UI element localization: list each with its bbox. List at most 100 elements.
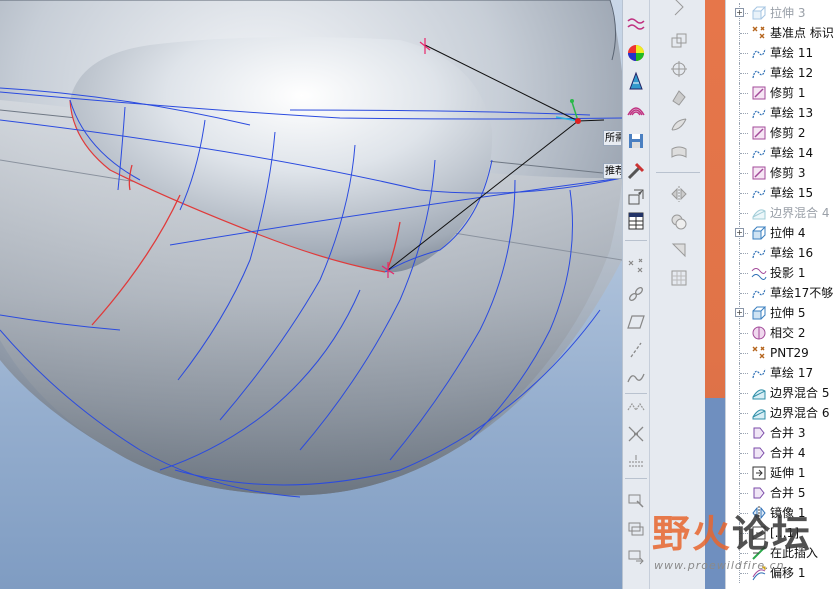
tool-column-primary — [622, 0, 649, 589]
tree-item[interactable]: 合并 5 — [726, 483, 835, 503]
tree-item[interactable]: 偏移 1 — [726, 563, 835, 583]
extend-icon — [751, 465, 767, 481]
offset-icon — [751, 565, 767, 581]
tree-item-label: 在此插入 — [770, 546, 819, 560]
tree-item[interactable]: 投影 1 — [726, 263, 835, 283]
slope-analysis-icon[interactable] — [625, 98, 647, 120]
sketch-icon — [751, 45, 767, 61]
chain-tool-icon[interactable] — [625, 283, 647, 305]
reflection-analysis-icon[interactable] — [625, 42, 647, 64]
transfer-icon[interactable] — [625, 186, 647, 208]
recommended-label[interactable]: 推荐 — [603, 163, 622, 179]
thicken-icon[interactable] — [668, 142, 690, 164]
tree-item-label: 修剪 1 — [770, 86, 806, 100]
tree-item[interactable]: 延伸 1 — [726, 463, 835, 483]
tree-item[interactable]: 修剪 1 — [726, 83, 835, 103]
tree-item[interactable]: 草绘 14 — [726, 143, 835, 163]
tree-item-label: 镜像 1 — [770, 506, 806, 520]
tree-item-label: 草绘 11 — [770, 46, 814, 60]
tree-item-label: 草绘17不够 — [770, 286, 834, 300]
tree-item[interactable]: 在此插入 — [726, 543, 835, 563]
save-analysis-icon[interactable] — [625, 130, 647, 152]
tree-item[interactable]: 修剪 3 — [726, 163, 835, 183]
tree-item[interactable]: 边界混合 5 — [726, 383, 835, 403]
sketch-icon — [751, 105, 767, 121]
tool-column-secondary — [649, 0, 705, 589]
tree-item-label: 草绘 17 — [770, 366, 814, 380]
tree-item[interactable]: 草绘 13 — [726, 103, 835, 123]
graphics-viewport[interactable]: 所需 推荐 — [0, 0, 622, 589]
tree-item[interactable]: 合并 4 — [726, 443, 835, 463]
tree-item[interactable]: 草绘17不够 — [726, 283, 835, 303]
tree-item-label: 边界混合 5 — [770, 386, 830, 400]
trim-tool-icon[interactable] — [668, 239, 690, 261]
tree-item-label: 偏移 1 — [770, 566, 806, 580]
sketch-icon — [751, 145, 767, 161]
pattern-icon[interactable] — [668, 58, 690, 80]
trim-icon — [751, 125, 767, 141]
tree-item[interactable]: 修剪 2 — [726, 123, 835, 143]
draft-analysis-icon[interactable] — [625, 70, 647, 92]
tree-item-label: 边界混合 4 — [770, 206, 830, 220]
tree-item-label: 草绘 12 — [770, 66, 814, 80]
model-tree: + 拉伸 3 基准点 标识草绘 11 草绘 12 修剪 1 草绘 13 修剪 2 草绘 14 修… — [725, 0, 835, 589]
offset-tool-icon[interactable] — [625, 451, 647, 473]
tree-item[interactable]: + 拉伸 4 — [726, 223, 835, 243]
tree-item[interactable]: 草绘 12 — [726, 63, 835, 83]
tree-item[interactable]: 边界混合 6 — [726, 403, 835, 423]
expand-toggle[interactable]: + — [735, 228, 744, 237]
tree-item-label: […1] — [770, 526, 799, 540]
side-strip — [705, 0, 725, 589]
tree-item-label: 草绘 16 — [770, 246, 814, 260]
select-box-icon[interactable] — [625, 490, 647, 512]
tree-item[interactable]: 边界混合 4 — [726, 203, 835, 223]
surface-tool-icon[interactable] — [668, 114, 690, 136]
arrow-icon[interactable] — [668, 0, 690, 18]
expand-toggle[interactable]: + — [735, 308, 744, 317]
mirror-tool-icon[interactable] — [668, 183, 690, 205]
sketched-curve-icon[interactable] — [625, 397, 647, 419]
select-move-icon[interactable] — [625, 546, 647, 568]
merge-tool-icon[interactable] — [668, 211, 690, 233]
table-icon[interactable] — [625, 210, 647, 232]
required-label[interactable]: 所需 — [603, 130, 622, 146]
merge-icon — [751, 445, 767, 461]
datum-point-icon — [751, 25, 767, 41]
copy-feature-icon[interactable] — [668, 30, 690, 52]
tree-item-label: 修剪 3 — [770, 166, 806, 180]
tree-item[interactable]: 基准点 标识 — [726, 23, 835, 43]
tree-item[interactable]: + 拉伸 5 — [726, 303, 835, 323]
tree-item-label: 草绘 15 — [770, 186, 814, 200]
boundary-blend-icon — [751, 205, 767, 221]
tree-item[interactable]: 草绘 11 — [726, 43, 835, 63]
extrude-icon — [751, 225, 767, 241]
move-feature-icon[interactable] — [668, 86, 690, 108]
tree-item-label: 合并 4 — [770, 446, 806, 460]
tree-item[interactable]: 镜像 1 — [726, 503, 835, 523]
grid-tool-icon[interactable] — [668, 267, 690, 289]
model-view[interactable] — [0, 0, 622, 589]
tree-item-label: 拉伸 5 — [770, 306, 806, 320]
delete-analysis-icon[interactable] — [625, 160, 647, 182]
datum-point-icon — [751, 345, 767, 361]
curve-tool-icon[interactable] — [625, 367, 647, 389]
tree-item[interactable]: 草绘 15 — [726, 183, 835, 203]
select-copy-icon[interactable] — [625, 518, 647, 540]
boundary-blend-icon — [751, 405, 767, 421]
expand-toggle[interactable]: + — [735, 8, 744, 17]
datum-point-tool-icon[interactable] — [625, 255, 647, 277]
tree-item-label: 相交 2 — [770, 326, 806, 340]
tree-item[interactable]: […1] — [726, 523, 835, 543]
tree-item-label: 合并 3 — [770, 426, 806, 440]
tree-item[interactable]: PNT29 — [726, 343, 835, 363]
tree-item[interactable]: 合并 3 — [726, 423, 835, 443]
intersect-tool-icon[interactable] — [625, 423, 647, 445]
plane-tool-icon[interactable] — [625, 311, 647, 333]
tree-item[interactable]: + 拉伸 3 — [726, 3, 835, 23]
curve-analysis-icon[interactable] — [625, 14, 647, 36]
trim-icon — [751, 165, 767, 181]
axis-tool-icon[interactable] — [625, 339, 647, 361]
tree-item[interactable]: 草绘 16 — [726, 243, 835, 263]
tree-item[interactable]: 相交 2 — [726, 323, 835, 343]
tree-item[interactable]: 草绘 17 — [726, 363, 835, 383]
